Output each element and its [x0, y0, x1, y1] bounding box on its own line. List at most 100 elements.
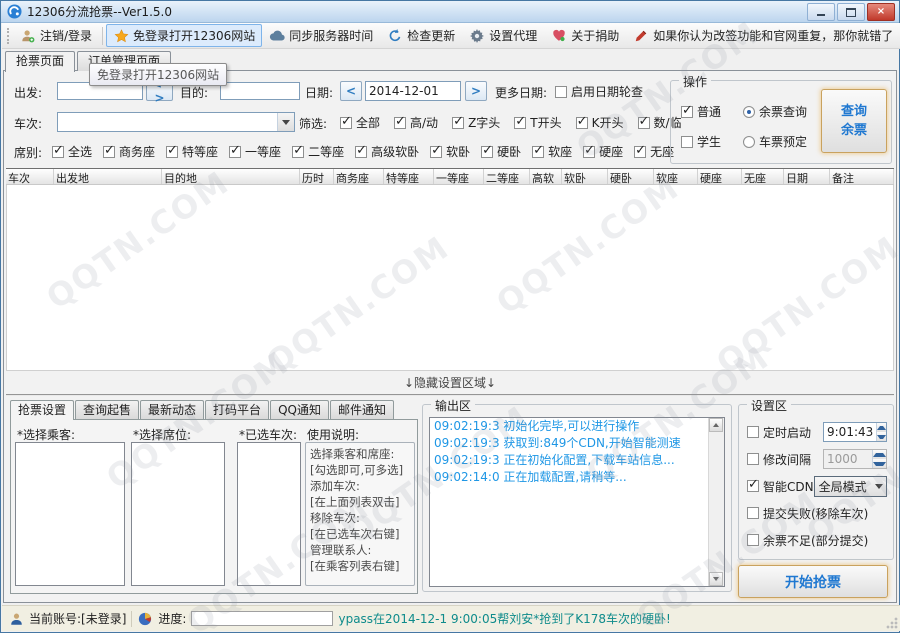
chevron-left-icon: <: [346, 84, 356, 98]
log-line: 09:02:19:3 获取到:849个CDN,开始智能测速: [430, 435, 709, 452]
start-grab-button[interactable]: 开始抢票: [738, 565, 888, 598]
log-output-area[interactable]: 09:02:19:3 初始化完毕,可以进行操作09:02:19:3 获取到:84…: [429, 417, 725, 587]
gear-icon: [469, 28, 485, 43]
column-header-硬座[interactable]: 硬座: [698, 169, 742, 184]
seat-checkbox-商务座[interactable]: 商务座: [103, 143, 155, 160]
column-header-软卧[interactable]: 软卧: [562, 169, 608, 184]
settings-tab-抢票设置[interactable]: 抢票设置: [10, 400, 74, 420]
result-table-body[interactable]: [6, 185, 894, 371]
toolbar-button-label: 关于捐助: [571, 27, 619, 44]
scroll-up-icon[interactable]: [709, 418, 723, 432]
date-input[interactable]: 2014-12-01: [365, 81, 461, 101]
column-header-目的地[interactable]: 目的地: [162, 169, 300, 184]
book-ticket-radio[interactable]: 车票预定: [743, 133, 807, 150]
train-combobox[interactable]: [57, 112, 295, 132]
log-scrollbar[interactable]: [708, 418, 724, 586]
seat-checkbox-一等座[interactable]: 一等座: [229, 143, 281, 160]
selected-train-listbox[interactable]: [237, 442, 301, 586]
column-header-历时[interactable]: 历时: [300, 169, 334, 184]
date-next-button[interactable]: >: [465, 81, 487, 101]
toolbar-button-4[interactable]: 检查更新: [380, 24, 462, 47]
settings-tab-打码平台[interactable]: 打码平台: [205, 400, 269, 419]
scroll-down-icon[interactable]: [709, 572, 723, 586]
seat-checkbox-软卧[interactable]: 软卧: [430, 143, 470, 160]
close-button[interactable]: ×: [867, 3, 895, 21]
settings-checkbox-定时启动[interactable]: 定时启动: [747, 424, 811, 441]
seat-checkbox-无座[interactable]: 无座: [634, 143, 674, 160]
toolbar-button-7[interactable]: 如果你认为改签功能和官网重复，那你就错了: [626, 24, 900, 47]
seat-checkbox-软座[interactable]: 软座: [532, 143, 572, 160]
column-header-高软[interactable]: 高软: [530, 169, 562, 184]
minimize-button[interactable]: [807, 3, 835, 21]
column-header-硬卧[interactable]: 硬卧: [608, 169, 654, 184]
settings-tab-最新动态[interactable]: 最新动态: [140, 400, 204, 419]
cdn-mode-combobox[interactable]: 全局模式: [814, 476, 887, 497]
settings-group: 设置区 定时启动9:01:43修改间隔1000智能CDN全局模式提交失败(移除车…: [738, 404, 894, 560]
settings-checkbox-修改间隔[interactable]: 修改间隔: [747, 451, 811, 468]
settings-checkbox-智能CDN[interactable]: 智能CDN: [747, 478, 814, 495]
column-header-二等座[interactable]: 二等座: [484, 169, 530, 184]
seat-checkbox-label: 软卧: [446, 143, 470, 160]
normal-ticket-checkbox[interactable]: 普通: [681, 103, 721, 120]
progress-label: 进度:: [158, 610, 186, 627]
settings-spinner[interactable]: 1000: [823, 449, 887, 469]
maximize-button[interactable]: [837, 3, 865, 21]
refresh-icon: [387, 28, 403, 43]
spin-up-icon[interactable]: [873, 450, 886, 459]
column-header-软座[interactable]: 软座: [654, 169, 698, 184]
column-header-车次[interactable]: 车次: [6, 169, 54, 184]
settings-spinner[interactable]: 9:01:43: [823, 422, 887, 442]
filter-checkbox-K开头[interactable]: K开头: [576, 114, 624, 131]
filter-checkbox-Z字头[interactable]: Z字头: [452, 114, 500, 131]
date-loop-checkbox[interactable]: 启用日期轮查: [555, 83, 643, 100]
spin-down-icon[interactable]: [877, 432, 886, 441]
train-combobox-value: [58, 113, 294, 117]
date-prev-button[interactable]: <: [340, 81, 362, 101]
filter-checkbox-高/动[interactable]: 高/动: [394, 114, 438, 131]
column-header-出发地[interactable]: 出发地: [54, 169, 162, 184]
seat-listbox[interactable]: [131, 442, 225, 586]
student-ticket-checkbox[interactable]: 学生: [681, 133, 721, 150]
seat-checkbox-高级软卧[interactable]: 高级软卧: [355, 143, 419, 160]
tab-ticket-page[interactable]: 抢票页面: [5, 51, 75, 72]
spinner-arrows[interactable]: [872, 450, 886, 468]
title-bar[interactable]: 12306分流抢票--Ver1.5.0 ×: [1, 1, 899, 23]
column-header-无座[interactable]: 无座: [742, 169, 784, 184]
resize-grip[interactable]: [886, 617, 898, 629]
help-line: [在已选车次右键]: [310, 526, 410, 542]
column-header-备注[interactable]: 备注: [830, 169, 894, 184]
seat-checkbox-特等座[interactable]: 特等座: [166, 143, 218, 160]
filter-checkbox-label: T开头: [530, 114, 561, 131]
seat-checkbox-二等座[interactable]: 二等座: [292, 143, 344, 160]
passenger-listbox[interactable]: [15, 442, 125, 586]
toolbar-button-3[interactable]: 同步服务器时间: [262, 24, 380, 47]
column-header-商务座[interactable]: 商务座: [334, 169, 384, 184]
query-tickets-button[interactable]: 查询 余票: [821, 89, 887, 153]
seat-checkbox-硬卧[interactable]: 硬卧: [481, 143, 521, 160]
toolbar-button-6[interactable]: 关于捐助: [544, 24, 626, 47]
filter-checkbox-T开头[interactable]: T开头: [514, 114, 561, 131]
query-remaining-radio[interactable]: 余票查询: [743, 103, 807, 120]
settings-tab-QQ通知[interactable]: QQ通知: [270, 400, 329, 419]
settings-tab-查询起售[interactable]: 查询起售: [75, 400, 139, 419]
column-header-一等座[interactable]: 一等座: [434, 169, 484, 184]
settings-checkbox-余票不足(部分提交)[interactable]: 余票不足(部分提交): [747, 532, 868, 549]
seat-checkbox-硬座[interactable]: 硬座: [583, 143, 623, 160]
spinner-arrows[interactable]: [876, 423, 886, 441]
spin-up-icon[interactable]: [877, 423, 886, 432]
toolbar-button-1[interactable]: 注销/登录: [13, 24, 99, 47]
log-line: 09:02:19:3 初始化完毕,可以进行操作: [430, 418, 709, 435]
seat-checkbox-全选[interactable]: 全选: [52, 143, 92, 160]
filter-checkbox-全部[interactable]: 全部: [340, 114, 380, 131]
hide-settings-splitter[interactable]: ↓隐藏设置区域↓: [6, 371, 894, 396]
settings-checkbox-提交失败(移除车次)[interactable]: 提交失败(移除车次): [747, 505, 868, 522]
settings-checkbox-label: 定时启动: [763, 424, 811, 441]
toolbar-button-2[interactable]: 免登录打开12306网站: [106, 24, 262, 47]
settings-checkbox-label: 提交失败(移除车次): [763, 505, 868, 522]
toolbar-button-5[interactable]: 设置代理: [462, 24, 544, 47]
settings-tab-邮件通知[interactable]: 邮件通知: [330, 400, 394, 419]
column-header-特等座[interactable]: 特等座: [384, 169, 434, 184]
spin-down-icon[interactable]: [873, 459, 886, 468]
column-header-日期[interactable]: 日期: [784, 169, 830, 184]
dest-input[interactable]: [220, 82, 300, 100]
